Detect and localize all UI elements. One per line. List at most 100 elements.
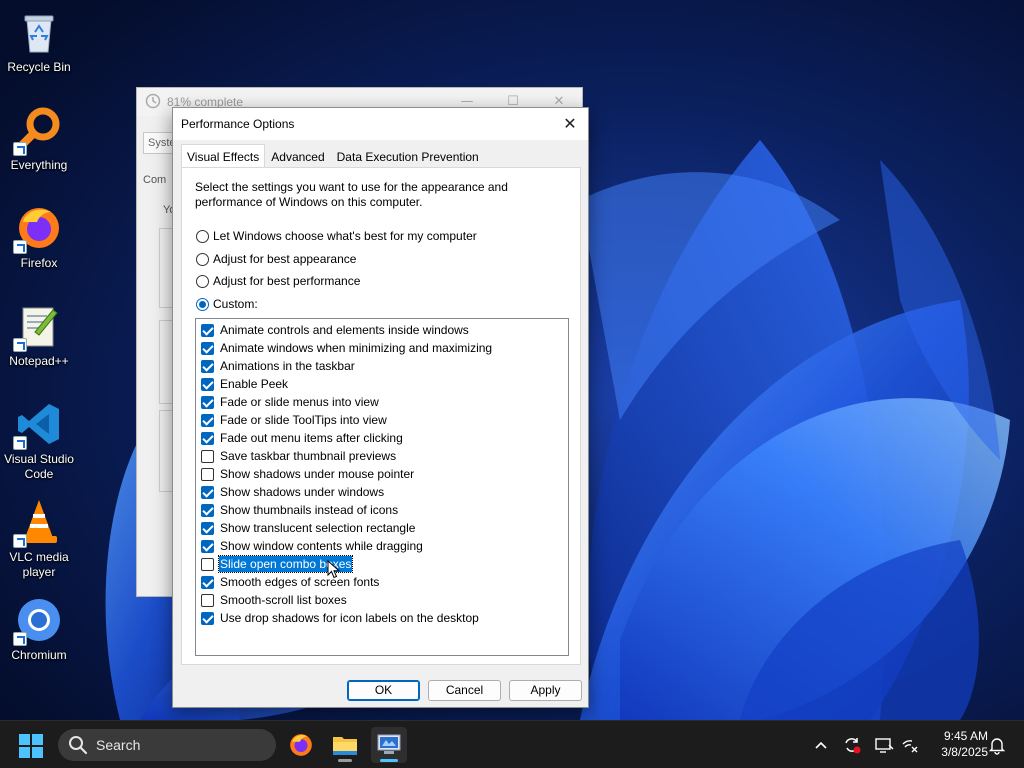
desktop-icon-label: Recycle Bin xyxy=(7,60,71,74)
dialog-close-button[interactable]: ✕ xyxy=(560,114,580,134)
taskbar-app-firefox[interactable] xyxy=(283,727,319,763)
effect-list-item[interactable]: Smooth-scroll list boxes xyxy=(196,591,568,609)
effect-list-item[interactable]: Save taskbar thumbnail previews xyxy=(196,447,568,465)
effect-label: Show shadows under windows xyxy=(220,485,385,499)
effect-list-item[interactable]: Show shadows under mouse pointer xyxy=(196,465,568,483)
effect-list-item[interactable]: Show translucent selection rectangle xyxy=(196,519,568,537)
radio-best-appearance[interactable]: Adjust for best appearance xyxy=(196,252,356,266)
effect-checkbox[interactable] xyxy=(201,395,214,409)
display-icon[interactable] xyxy=(874,735,894,755)
panel-description: Select the settings you want to use for … xyxy=(195,180,508,209)
dialog-title: Performance Options xyxy=(181,117,295,131)
tab-data-execution-prevention[interactable]: Data Execution Prevention xyxy=(331,146,485,168)
effect-list-item[interactable]: Fade out menu items after clicking xyxy=(196,429,568,447)
radio-circle[interactable] xyxy=(196,274,209,288)
effect-checkbox[interactable] xyxy=(201,467,214,481)
effect-checkbox[interactable] xyxy=(201,413,214,427)
shortcut-arrow-icon xyxy=(13,338,27,352)
radio-circle[interactable] xyxy=(196,297,209,311)
cancel-button[interactable]: Cancel xyxy=(428,680,501,701)
desktop-icon-label: Chromium xyxy=(11,648,67,662)
effect-label: Smooth-scroll list boxes xyxy=(220,593,347,607)
effect-checkbox[interactable] xyxy=(201,503,214,517)
effect-label: Fade out menu items after clicking xyxy=(220,431,403,445)
system-clock[interactable]: 9:45 AM 3/8/2025 xyxy=(926,728,988,760)
effect-label: Use drop shadows for icon labels on the … xyxy=(220,611,479,625)
taskbar-app-system-properties[interactable] xyxy=(371,727,407,763)
desktop-icon-notepad-plus-plus[interactable]: Notepad++ xyxy=(2,302,76,369)
dialog-tabs: Visual Effects Advanced Data Execution P… xyxy=(181,144,485,168)
effect-list-item[interactable]: Animate controls and elements inside win… xyxy=(196,321,568,339)
dialog-titlebar[interactable]: Performance Options xyxy=(173,108,588,140)
effect-list-item[interactable]: Show window contents while dragging xyxy=(196,537,568,555)
radio-circle[interactable] xyxy=(196,229,209,243)
effect-label: Show translucent selection rectangle xyxy=(220,521,416,535)
vscode-icon xyxy=(13,400,63,450)
effect-label: Smooth edges of screen fonts xyxy=(220,575,380,589)
start-button[interactable] xyxy=(18,733,44,759)
vlc-icon xyxy=(13,498,63,548)
radio-circle[interactable] xyxy=(196,252,209,266)
effect-checkbox[interactable] xyxy=(201,575,214,589)
file-explorer-icon xyxy=(333,737,357,755)
tab-advanced[interactable]: Advanced xyxy=(265,146,330,168)
taskbar-app-file-explorer[interactable] xyxy=(327,727,363,763)
shortcut-arrow-icon xyxy=(13,240,27,254)
effect-list-item[interactable]: Animate windows when minimizing and maxi… xyxy=(196,339,568,357)
running-indicator xyxy=(338,759,352,762)
effect-label: Fade or slide ToolTips into view xyxy=(220,413,387,427)
visual-effects-list[interactable]: Animate controls and elements inside win… xyxy=(195,318,569,656)
effect-checkbox[interactable] xyxy=(201,593,214,607)
apply-button[interactable]: Apply xyxy=(509,680,582,701)
effect-checkbox[interactable] xyxy=(201,341,214,355)
effect-checkbox[interactable] xyxy=(201,521,214,535)
effect-checkbox[interactable] xyxy=(201,539,214,553)
effect-checkbox[interactable] xyxy=(201,611,214,625)
effect-checkbox[interactable] xyxy=(201,449,214,463)
effect-list-item[interactable]: Fade or slide menus into view xyxy=(196,393,568,411)
desktop-icon-firefox[interactable]: Firefox xyxy=(2,204,76,271)
network-icon[interactable] xyxy=(900,735,920,755)
background-tab[interactable]: Syste xyxy=(143,132,173,154)
effect-list-item[interactable]: Enable Peek xyxy=(196,375,568,393)
desktop-icon-everything[interactable]: Everything xyxy=(2,106,76,173)
radio-label: Adjust for best performance xyxy=(213,274,361,288)
desktop-icon-chromium[interactable]: Chromium xyxy=(2,596,76,663)
sync-icon[interactable] xyxy=(842,735,862,755)
effect-list-item[interactable]: Show thumbnails instead of icons xyxy=(196,501,568,519)
clock-time: 9:45 AM xyxy=(943,729,988,743)
radio-custom[interactable]: Custom: xyxy=(196,297,258,311)
effect-list-item[interactable]: Animations in the taskbar xyxy=(196,357,568,375)
effect-checkbox[interactable] xyxy=(201,557,214,571)
effect-checkbox[interactable] xyxy=(201,431,214,445)
radio-let-windows-choose[interactable]: Let Windows choose what's best for my co… xyxy=(196,229,477,243)
taskbar-search-box[interactable]: Search xyxy=(58,729,276,761)
desktop-icon-recycle-bin[interactable]: Recycle Bin xyxy=(2,8,76,75)
desktop-icon-label: VLC media player xyxy=(9,550,69,579)
desktop-icon-vlc[interactable]: VLC media player xyxy=(2,498,76,580)
effect-list-item[interactable]: Show shadows under windows xyxy=(196,483,568,501)
desktop-icon-vscode[interactable]: Visual Studio Code xyxy=(2,400,76,482)
effect-checkbox[interactable] xyxy=(201,359,214,373)
effect-list-item[interactable]: Use drop shadows for icon labels on the … xyxy=(196,609,568,627)
tab-visual-effects[interactable]: Visual Effects xyxy=(181,144,266,168)
effect-label: Show thumbnails instead of icons xyxy=(220,503,399,517)
performance-options-dialog[interactable]: Performance Options ✕ Visual Effects Adv… xyxy=(172,107,589,708)
system-properties-icon xyxy=(377,734,401,754)
effect-list-item[interactable]: Smooth edges of screen fonts xyxy=(196,573,568,591)
desktop-icon-label: Notepad++ xyxy=(9,354,69,368)
windows-logo-icon xyxy=(19,734,43,758)
clock-date: 3/8/2025 xyxy=(941,745,988,759)
chromium-icon xyxy=(13,596,63,646)
radio-best-performance[interactable]: Adjust for best performance xyxy=(196,274,360,288)
shortcut-arrow-icon xyxy=(13,142,27,156)
effect-checkbox[interactable] xyxy=(201,485,214,499)
recycle-bin-icon xyxy=(15,8,63,56)
chevron-up-icon[interactable] xyxy=(811,735,831,755)
effect-list-item[interactable]: Slide open combo boxes xyxy=(196,555,568,573)
effect-checkbox[interactable] xyxy=(201,323,214,337)
notifications-icon[interactable] xyxy=(987,735,1007,755)
ok-button[interactable]: OK xyxy=(347,680,420,701)
effect-list-item[interactable]: Fade or slide ToolTips into view xyxy=(196,411,568,429)
effect-checkbox[interactable] xyxy=(201,377,214,391)
